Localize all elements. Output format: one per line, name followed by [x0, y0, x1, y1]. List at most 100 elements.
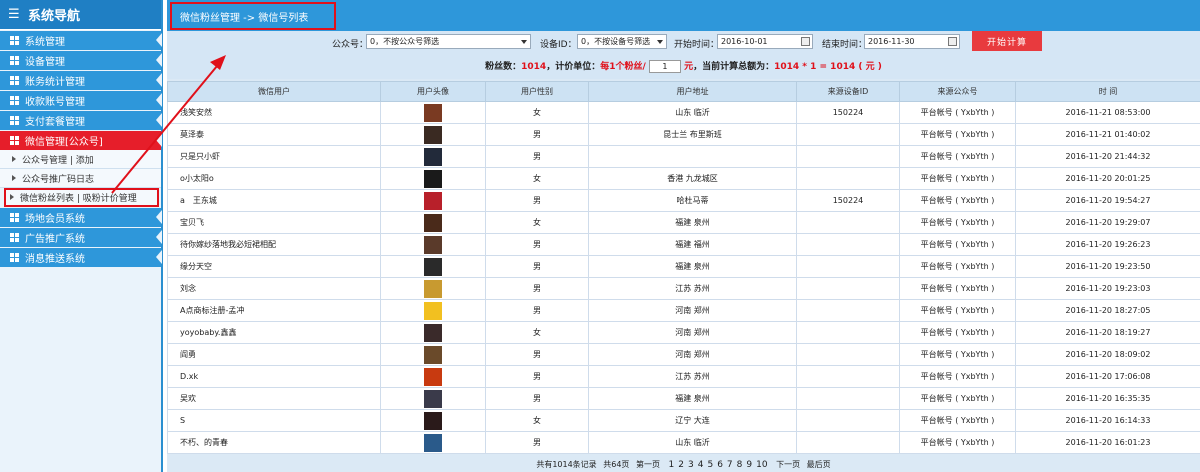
column-header: 时 间 — [1015, 81, 1200, 102]
cell-user: S — [167, 409, 381, 432]
page-number[interactable]: 2 — [678, 460, 684, 470]
cell-avatar — [380, 409, 486, 432]
table-row[interactable]: D.xk 男江苏 苏州 平台帐号 ( YxbYth ) 2016-11-20 17:0… — [167, 365, 1200, 388]
sidebar-item[interactable]: 场地会员系统 — [0, 208, 162, 227]
cell-gender: 男 — [485, 123, 589, 146]
table-row[interactable]: 莫泽泰 男昆士兰 布里斯班 平台帐号 ( YxbYth ) 2016-11-21 01… — [167, 123, 1200, 146]
page-number[interactable]: 6 — [717, 460, 723, 470]
column-header: 来源设备ID — [796, 81, 900, 102]
pager-first[interactable]: 第一页 — [636, 460, 660, 469]
column-header: 用户性别 — [485, 81, 589, 102]
table-row[interactable]: a 王东城 男哈杜马蒂 150224 平台帐号 ( YxbYth ) 2016-11-2… — [167, 189, 1200, 212]
cell-source: 平台帐号 ( YxbYth ) — [899, 211, 1016, 234]
page-number[interactable]: 1 — [669, 460, 675, 470]
cell-user: o小太阳o — [167, 167, 381, 190]
sidebar-item[interactable]: 微信管理[公众号] — [0, 131, 162, 150]
cell-avatar — [380, 387, 486, 410]
page-number[interactable]: 7 — [727, 460, 733, 470]
sidebar-item[interactable]: 支付套餐管理 — [0, 111, 162, 130]
cell-time: 2016-11-20 16:35:35 — [1015, 387, 1200, 410]
table-row[interactable]: 宝贝飞 女福建 泉州 平台帐号 ( YxbYth ) 2016-11-20 19:29… — [167, 211, 1200, 234]
sidebar-header: ☰ 系统导航 — [0, 0, 161, 30]
table-row[interactable]: 吴欢 男福建 泉州 平台帐号 ( YxbYth ) 2016-11-20 16:35:… — [167, 387, 1200, 410]
table-row[interactable]: 待你嫁纱落地我必短裙相配 男福建 福州 平台帐号 ( YxbYth ) 2016-11… — [167, 233, 1200, 256]
pager-last[interactable]: 最后页 — [807, 460, 831, 469]
chevron-down-icon — [521, 40, 527, 44]
cell-source: 平台帐号 ( YxbYth ) — [899, 101, 1016, 124]
table-row[interactable]: 阎勇 男河南 郑州 平台帐号 ( YxbYth ) 2016-11-20 18:09:… — [167, 343, 1200, 366]
cell-gender: 男 — [485, 277, 589, 300]
cell-address: 辽宁 大连 — [588, 409, 797, 432]
cell-avatar — [380, 167, 486, 190]
cell-time: 2016-11-20 20:01:25 — [1015, 167, 1200, 190]
cell-address: 江苏 苏州 — [588, 365, 797, 388]
pager-next[interactable]: 下一页 — [776, 460, 800, 469]
grid-icon — [10, 96, 19, 105]
page-number[interactable]: 4 — [698, 460, 704, 470]
table-row[interactable]: 只是只小虾 男 平台帐号 ( YxbYth ) 2016-11-20 21:44:32 — [167, 145, 1200, 168]
calendar-icon[interactable] — [948, 37, 957, 46]
table-row[interactable]: 缘分天空 男福建 泉州 平台帐号 ( YxbYth ) 2016-11-20 19:2… — [167, 255, 1200, 278]
sidebar-item[interactable]: 设备管理 — [0, 51, 162, 70]
sidebar-item[interactable]: 收款账号管理 — [0, 91, 162, 110]
cell-address: 福建 福州 — [588, 233, 797, 256]
sidebar-subitem[interactable]: 微信粉丝列表 | 吸粉计价管理 — [4, 188, 159, 207]
sidebar-item[interactable]: 消息推送系统 — [0, 248, 162, 267]
cell-gender: 男 — [485, 387, 589, 410]
cell-avatar — [380, 233, 486, 256]
breadcrumb: 微信粉丝管理 -> 微信号列表 — [170, 2, 336, 30]
end-time-input[interactable]: 2016-11-30 — [864, 34, 960, 49]
grid-icon — [10, 36, 19, 45]
account-select[interactable]: 0，不按公众号筛选 — [366, 34, 531, 49]
cell-device — [796, 233, 900, 256]
unit-price-input[interactable]: 1 — [648, 60, 681, 73]
column-header: 来源公众号 — [899, 81, 1016, 102]
cell-source: 平台帐号 ( YxbYth ) — [899, 255, 1016, 278]
pager-total: 共有1014条记录 — [536, 460, 597, 469]
cell-gender: 女 — [485, 101, 589, 124]
cell-address: 哈杜马蒂 — [588, 189, 797, 212]
page-number[interactable]: 9 — [746, 460, 752, 470]
avatar — [424, 301, 442, 320]
cell-user: 宝贝飞 — [167, 211, 381, 234]
avatar — [424, 367, 442, 386]
sidebar-item[interactable]: 账务统计管理 — [0, 71, 162, 90]
cell-time: 2016-11-20 18:27:05 — [1015, 299, 1200, 322]
chevron-down-icon — [657, 40, 663, 44]
cell-device — [796, 343, 900, 366]
avatar — [424, 433, 442, 452]
cell-source: 平台帐号 ( YxbYth ) — [899, 431, 1016, 454]
sidebar-item[interactable]: 系统管理 — [0, 31, 162, 50]
page-number[interactable]: 5 — [707, 460, 713, 470]
table-row[interactable]: S 女辽宁 大连 平台帐号 ( YxbYth ) 2016-11-20 16:14:3… — [167, 409, 1200, 432]
table-row[interactable]: 浅笑安然 女山东 临沂 150224 平台帐号 ( YxbYth ) 2016-11-2… — [167, 101, 1200, 124]
cell-avatar — [380, 189, 486, 212]
cell-avatar — [380, 299, 486, 322]
page-number[interactable]: 10 — [756, 460, 767, 470]
cell-source: 平台帐号 ( YxbYth ) — [899, 277, 1016, 300]
avatar — [424, 235, 442, 254]
page-number[interactable]: 8 — [737, 460, 743, 470]
avatar — [424, 169, 442, 188]
table-row[interactable]: o小太阳o 女香港 九龙城区 平台帐号 ( YxbYth ) 2016-11-20 2… — [167, 167, 1200, 190]
cell-source: 平台帐号 ( YxbYth ) — [899, 167, 1016, 190]
sidebar-subitem[interactable]: 公众号管理 | 添加 — [0, 150, 161, 169]
start-calculate-button[interactable]: 开始计算 — [972, 31, 1042, 51]
cell-user: 不朽、的青春 — [167, 431, 381, 454]
cell-time: 2016-11-20 19:54:27 — [1015, 189, 1200, 212]
sidebar-item[interactable]: 广告推广系统 — [0, 228, 162, 247]
table-row[interactable]: yoyobaby.鑫鑫 女河南 郑州 平台帐号 ( YxbYth ) 2016-11-… — [167, 321, 1200, 344]
sidebar-subitem[interactable]: 公众号推广码日志 — [0, 169, 161, 188]
cell-time: 2016-11-20 18:19:27 — [1015, 321, 1200, 344]
calendar-icon[interactable] — [801, 37, 810, 46]
summary-line: 粉丝数：1014，计价单位：每1个粉丝/ 1 元，当前计算总额为：1014 * … — [485, 60, 882, 73]
avatar — [424, 191, 442, 210]
table-row[interactable]: 不朽、的青春 男山东 临沂 平台帐号 ( YxbYth ) 2016-11-20 16… — [167, 431, 1200, 454]
cell-address: 福建 泉州 — [588, 387, 797, 410]
table-row[interactable]: A点商标注册-孟冲 男河南 郑州 平台帐号 ( YxbYth ) 2016-11-20… — [167, 299, 1200, 322]
sidebar-title: 系统导航 — [28, 9, 81, 24]
start-time-input[interactable]: 2016-10-01 — [717, 34, 813, 49]
table-row[interactable]: 刘念 男江苏 苏州 平台帐号 ( YxbYth ) 2016-11-20 19:23:… — [167, 277, 1200, 300]
device-select[interactable]: 0，不按设备号筛选 — [577, 34, 667, 49]
page-number[interactable]: 3 — [688, 460, 694, 470]
